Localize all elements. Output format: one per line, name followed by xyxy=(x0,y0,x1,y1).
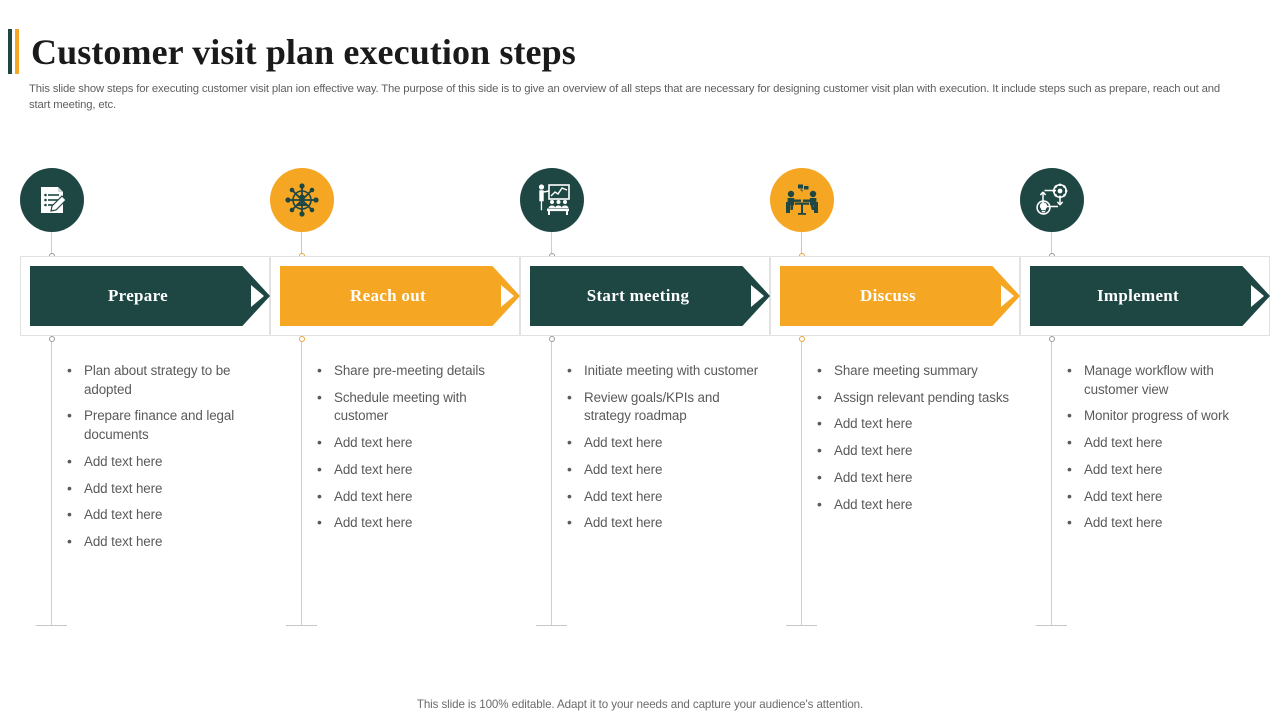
step-discuss: Discuss Share meeting summary Assign rel… xyxy=(770,168,1020,638)
bullet-list-reach-out: Share pre-meeting details Schedule meeti… xyxy=(314,361,520,541)
list-item: Add text here xyxy=(814,468,1020,488)
chevron-notch-icon xyxy=(1251,285,1264,307)
two-people-table-discussion-icon xyxy=(770,168,834,232)
step-spine xyxy=(1051,342,1052,625)
step-label: Discuss xyxy=(860,286,916,305)
step-label: Reach out xyxy=(350,286,426,305)
chevron-notch-icon xyxy=(251,285,264,307)
list-item: Add text here xyxy=(814,414,1020,434)
list-item: Add text here xyxy=(1064,513,1270,533)
connector-nub-bottom xyxy=(299,336,305,342)
list-item: Add text here xyxy=(564,433,770,453)
step-reach-out: Reach out Share pre-meeting details Sche… xyxy=(270,168,520,638)
page-subtitle: This slide show steps for executing cust… xyxy=(29,83,1221,111)
footer-note: This slide is 100% editable. Adapt it to… xyxy=(416,698,864,711)
chevron-notch-icon xyxy=(501,285,514,307)
network-hub-person-icon xyxy=(270,168,334,232)
bullet-list-prepare: Plan about strategy to be adopted Prepar… xyxy=(64,361,270,560)
slide-canvas: Customer visit plan execution steps This… xyxy=(0,0,1280,720)
list-item: Add text here xyxy=(564,460,770,480)
step-spine xyxy=(551,342,552,625)
step-spine-foot xyxy=(786,625,817,626)
list-item: Add text here xyxy=(1064,487,1270,507)
step-banner-prepare[interactable]: Prepare xyxy=(30,266,270,326)
list-item: Manage workflow with customer view xyxy=(1064,361,1270,399)
chevron-notch-icon xyxy=(1001,285,1014,307)
document-pen-icon xyxy=(20,168,84,232)
bullet-list-discuss: Share meeting summary Assign relevant pe… xyxy=(814,361,1020,522)
list-item: Plan about strategy to be adopted xyxy=(64,361,270,399)
step-banner-implement[interactable]: Implement xyxy=(1030,266,1270,326)
list-item: Add text here xyxy=(564,487,770,507)
list-item: Add text here xyxy=(64,479,270,499)
step-spine xyxy=(51,342,52,625)
step-label: Prepare xyxy=(107,286,168,305)
accent-bar-amber xyxy=(15,29,19,74)
list-item: Monitor progress of work xyxy=(1064,406,1270,426)
list-item: Share meeting summary xyxy=(814,361,1020,381)
list-item: Add text here xyxy=(314,433,520,453)
presentation-audience-icon xyxy=(520,168,584,232)
page-title: Customer visit plan execution steps xyxy=(31,32,576,72)
connector-nub-bottom xyxy=(549,336,555,342)
list-item: Add text here xyxy=(64,452,270,472)
steps-row: Prepare Plan about strategy to be adopte… xyxy=(0,168,1280,638)
step-start-meeting: Start meeting Initiate meeting with cust… xyxy=(520,168,770,638)
step-banner-reach-out[interactable]: Reach out xyxy=(280,266,520,326)
list-item: Initiate meeting with customer xyxy=(564,361,770,381)
list-item: Prepare finance and legal documents xyxy=(64,406,270,444)
step-implement: Implement Manage workflow with customer … xyxy=(1020,168,1270,638)
step-spine xyxy=(801,342,802,625)
step-banner-discuss[interactable]: Discuss xyxy=(780,266,1020,326)
bullet-list-implement: Manage workflow with customer view Monit… xyxy=(1064,361,1270,541)
step-spine-foot xyxy=(1036,625,1067,626)
list-item: Add text here xyxy=(314,487,520,507)
gear-bulb-workflow-icon xyxy=(1020,168,1084,232)
step-spine-foot xyxy=(36,625,67,626)
bullet-list-start-meeting: Initiate meeting with customer Review go… xyxy=(564,361,770,541)
list-item: Add text here xyxy=(1064,460,1270,480)
step-spine xyxy=(301,342,302,625)
list-item: Add text here xyxy=(564,513,770,533)
list-item: Review goals/KPIs and strategy roadmap xyxy=(564,388,770,426)
list-item: Add text here xyxy=(1064,433,1270,453)
list-item: Schedule meeting with customer xyxy=(314,388,520,426)
list-item: Assign relevant pending tasks xyxy=(814,388,1020,408)
chevron-notch-icon xyxy=(751,285,764,307)
step-spine-foot xyxy=(536,625,567,626)
step-label: Start meeting xyxy=(586,286,690,305)
list-item: Add text here xyxy=(314,460,520,480)
list-item: Add text here xyxy=(64,505,270,525)
step-label: Implement xyxy=(1096,286,1180,305)
step-banner-start-meeting[interactable]: Start meeting xyxy=(530,266,770,326)
list-item: Add text here xyxy=(64,532,270,552)
title-accent-bars xyxy=(8,29,24,74)
list-item: Add text here xyxy=(314,513,520,533)
step-prepare: Prepare Plan about strategy to be adopte… xyxy=(20,168,270,638)
connector-nub-bottom xyxy=(49,336,55,342)
list-item: Add text here xyxy=(814,441,1020,461)
accent-bar-teal xyxy=(8,29,12,74)
list-item: Share pre-meeting details xyxy=(314,361,520,381)
connector-nub-bottom xyxy=(1049,336,1055,342)
step-spine-foot xyxy=(286,625,317,626)
connector-nub-bottom xyxy=(799,336,805,342)
list-item: Add text here xyxy=(814,495,1020,515)
